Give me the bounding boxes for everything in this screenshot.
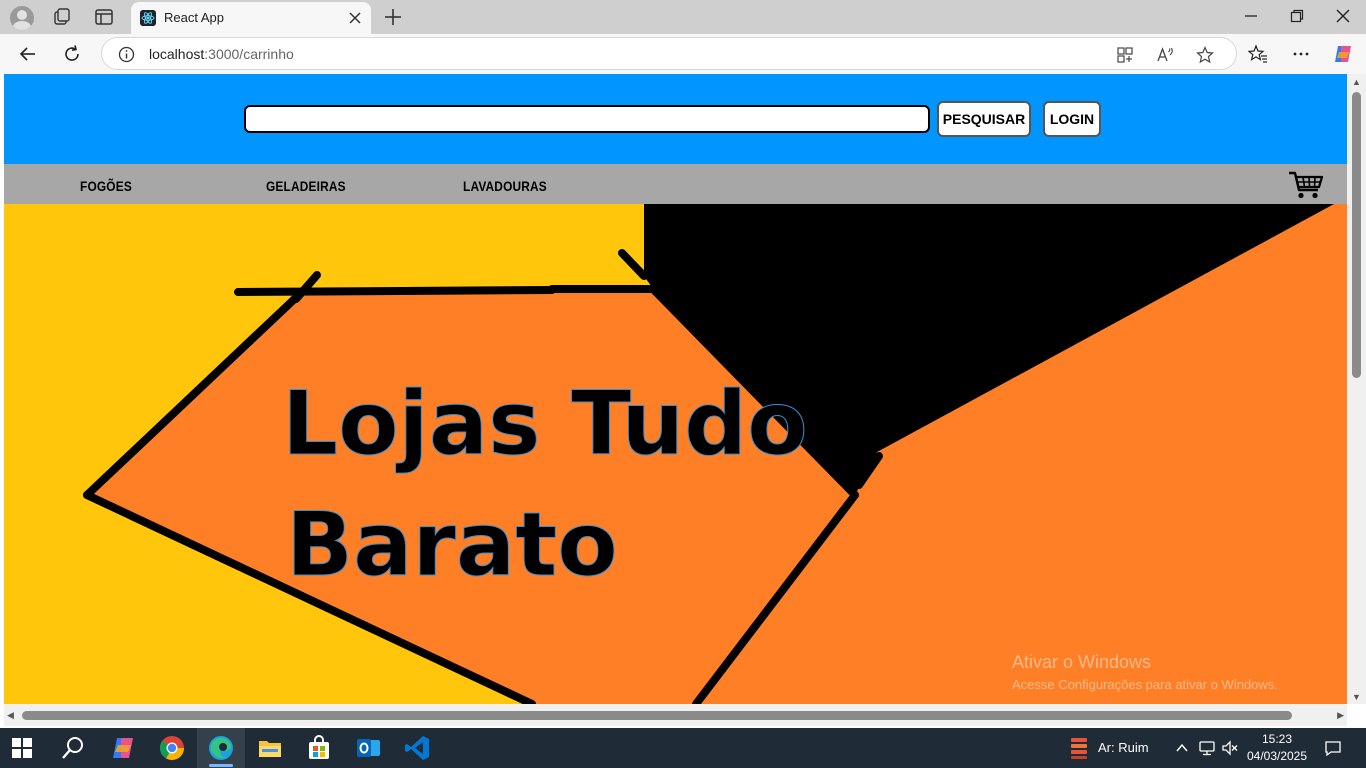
air-quality-text[interactable]: Ar: Ruim xyxy=(1098,740,1149,755)
address-bar[interactable]: localhost:3000/carrinho xyxy=(101,37,1237,70)
microsoft-store-icon[interactable] xyxy=(305,734,333,762)
browser-tab-react-app[interactable]: React App xyxy=(131,2,371,34)
system-clock[interactable]: 15:23 04/03/2025 xyxy=(1243,731,1311,765)
tab-title: React App xyxy=(164,10,224,25)
profile-avatar-icon[interactable] xyxy=(10,6,34,30)
scroll-left-arrow-icon[interactable]: ◀ xyxy=(7,710,14,721)
copilot-icon[interactable] xyxy=(1332,43,1354,65)
windows-taskbar: Ar: Ruim 15:23 04/03/2025 xyxy=(0,728,1366,768)
speaker-muted-icon[interactable] xyxy=(1221,739,1239,757)
refresh-icon[interactable] xyxy=(62,44,82,64)
chevron-up-icon[interactable] xyxy=(1174,740,1190,756)
windows-start-icon[interactable] xyxy=(12,738,32,758)
air-quality-icon[interactable] xyxy=(1068,736,1090,760)
vscode-icon[interactable] xyxy=(403,734,431,762)
file-explorer-icon[interactable] xyxy=(256,734,284,762)
nav-item-geladeiras[interactable]: GELADEIRAS xyxy=(266,178,346,194)
notifications-icon[interactable] xyxy=(1324,739,1342,757)
nav-item-fogoes[interactable]: FOGÕES xyxy=(80,178,132,194)
nav-item-lavadouras[interactable]: LAVADOURAS xyxy=(463,178,547,194)
react-logo-icon xyxy=(140,10,156,26)
search-icon[interactable] xyxy=(60,734,88,762)
outlook-icon[interactable] xyxy=(354,734,382,762)
search-input[interactable] xyxy=(244,105,930,133)
close-tab-icon[interactable] xyxy=(347,10,363,26)
close-window-icon[interactable] xyxy=(1335,8,1351,24)
browser-toolbar: localhost:3000/carrinho xyxy=(0,34,1366,74)
browser-tab-strip: React App xyxy=(0,0,1366,34)
clock-date: 04/03/2025 xyxy=(1246,749,1308,763)
minimize-icon[interactable] xyxy=(1243,8,1259,24)
horizontal-scrollbar[interactable]: ◀ ▶ xyxy=(4,704,1347,726)
banner-title-line2: Barato xyxy=(286,493,618,596)
url-text[interactable]: localhost:3000/carrinho xyxy=(149,46,294,62)
banner-title-line1: Lojas Tudo xyxy=(282,372,808,475)
vertical-scrollbar[interactable]: ▲ ▼ xyxy=(1347,74,1366,704)
copilot-taskbar-icon[interactable] xyxy=(109,734,137,762)
vertical-tabs-icon[interactable] xyxy=(94,7,114,27)
read-aloud-icon[interactable] xyxy=(1156,46,1174,64)
site-header: PESQUISAR LOGIN xyxy=(4,74,1347,164)
search-button[interactable]: PESQUISAR xyxy=(937,101,1031,137)
restore-icon[interactable] xyxy=(1289,8,1305,24)
url-host: localhost xyxy=(149,46,205,62)
back-arrow-icon[interactable] xyxy=(18,44,38,64)
workspaces-icon[interactable] xyxy=(52,7,72,27)
activation-watermark-title: Ativar o Windows xyxy=(1012,652,1152,672)
vertical-scroll-thumb[interactable] xyxy=(1352,92,1361,378)
scroll-right-arrow-icon[interactable]: ▶ xyxy=(1337,710,1344,721)
favorites-icon[interactable] xyxy=(1248,44,1268,64)
category-nav: FOGÕES GELADEIRAS LAVADOURAS xyxy=(4,164,1347,204)
chrome-icon[interactable] xyxy=(158,734,186,762)
page-viewport: PESQUISAR LOGIN FOGÕES GELADEIRAS LAVADO… xyxy=(4,74,1347,704)
shopping-cart-icon[interactable] xyxy=(1288,170,1324,200)
edge-icon[interactable] xyxy=(207,734,235,762)
app-available-icon[interactable] xyxy=(1116,46,1134,64)
scroll-up-arrow-icon[interactable]: ▲ xyxy=(1352,77,1361,87)
url-path: :3000/carrinho xyxy=(204,46,294,62)
scroll-down-arrow-icon[interactable]: ▼ xyxy=(1352,692,1361,702)
login-button[interactable]: LOGIN xyxy=(1043,101,1101,137)
favorite-star-icon[interactable] xyxy=(1196,46,1214,64)
more-options-icon[interactable] xyxy=(1291,44,1311,64)
new-tab-icon[interactable] xyxy=(382,6,404,28)
activation-watermark-subtitle: Acesse Configurações para ativar o Windo… xyxy=(1012,677,1278,692)
store-banner: Lojas Tudo Barato xyxy=(4,204,1347,704)
site-info-icon[interactable] xyxy=(118,46,135,63)
network-icon[interactable] xyxy=(1198,739,1216,757)
horizontal-scroll-thumb[interactable] xyxy=(22,711,1292,720)
clock-time: 15:23 xyxy=(1261,732,1293,746)
